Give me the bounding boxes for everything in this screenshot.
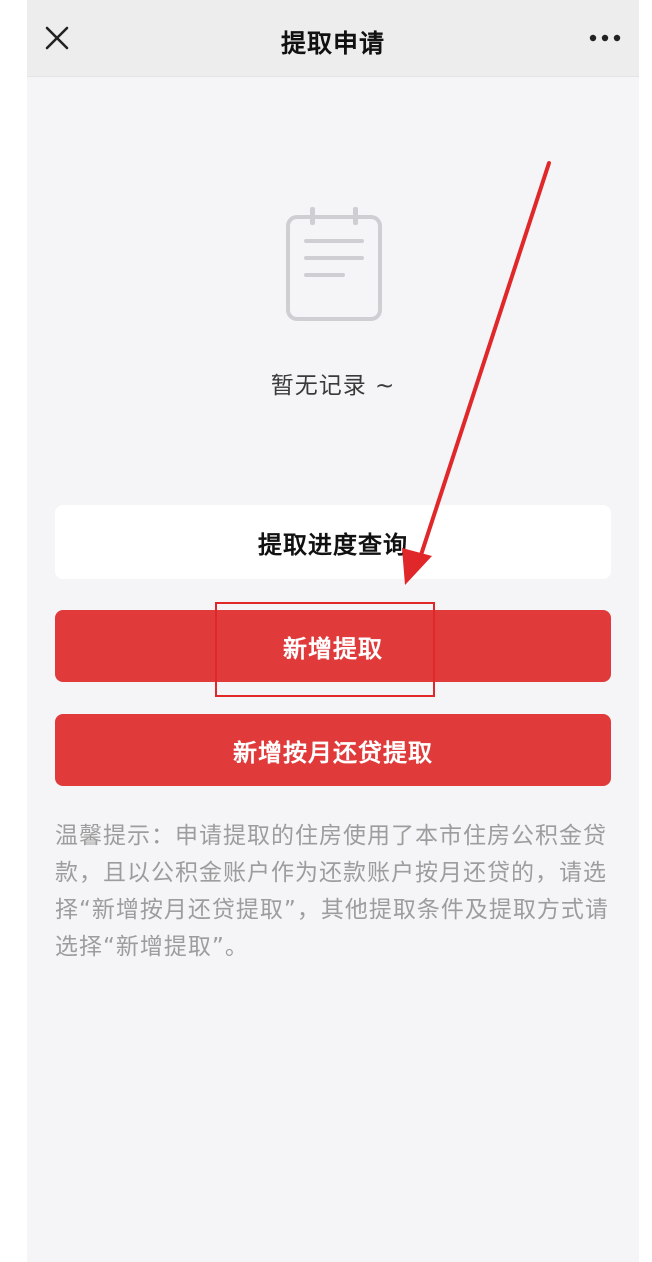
notepad-icon [285, 205, 383, 323]
page-title: 提取申请 [280, 29, 385, 58]
more-dots-icon [589, 34, 621, 42]
annotation-highlight-box [215, 602, 435, 697]
empty-state-text: 暂无记录 ~ [270, 373, 396, 399]
more-button[interactable] [585, 24, 625, 52]
top-navigation-bar: 提取申请 [27, 0, 639, 77]
new-monthly-loan-withdrawal-button[interactable]: 新增按月还贷提取 [55, 714, 611, 786]
tip-text: 温馨提示：申请提取的住房使用了本市住房公积金贷款，且以公积金账户作为还款账户按月… [55, 823, 609, 960]
query-progress-button[interactable]: 提取进度查询 [55, 505, 611, 579]
